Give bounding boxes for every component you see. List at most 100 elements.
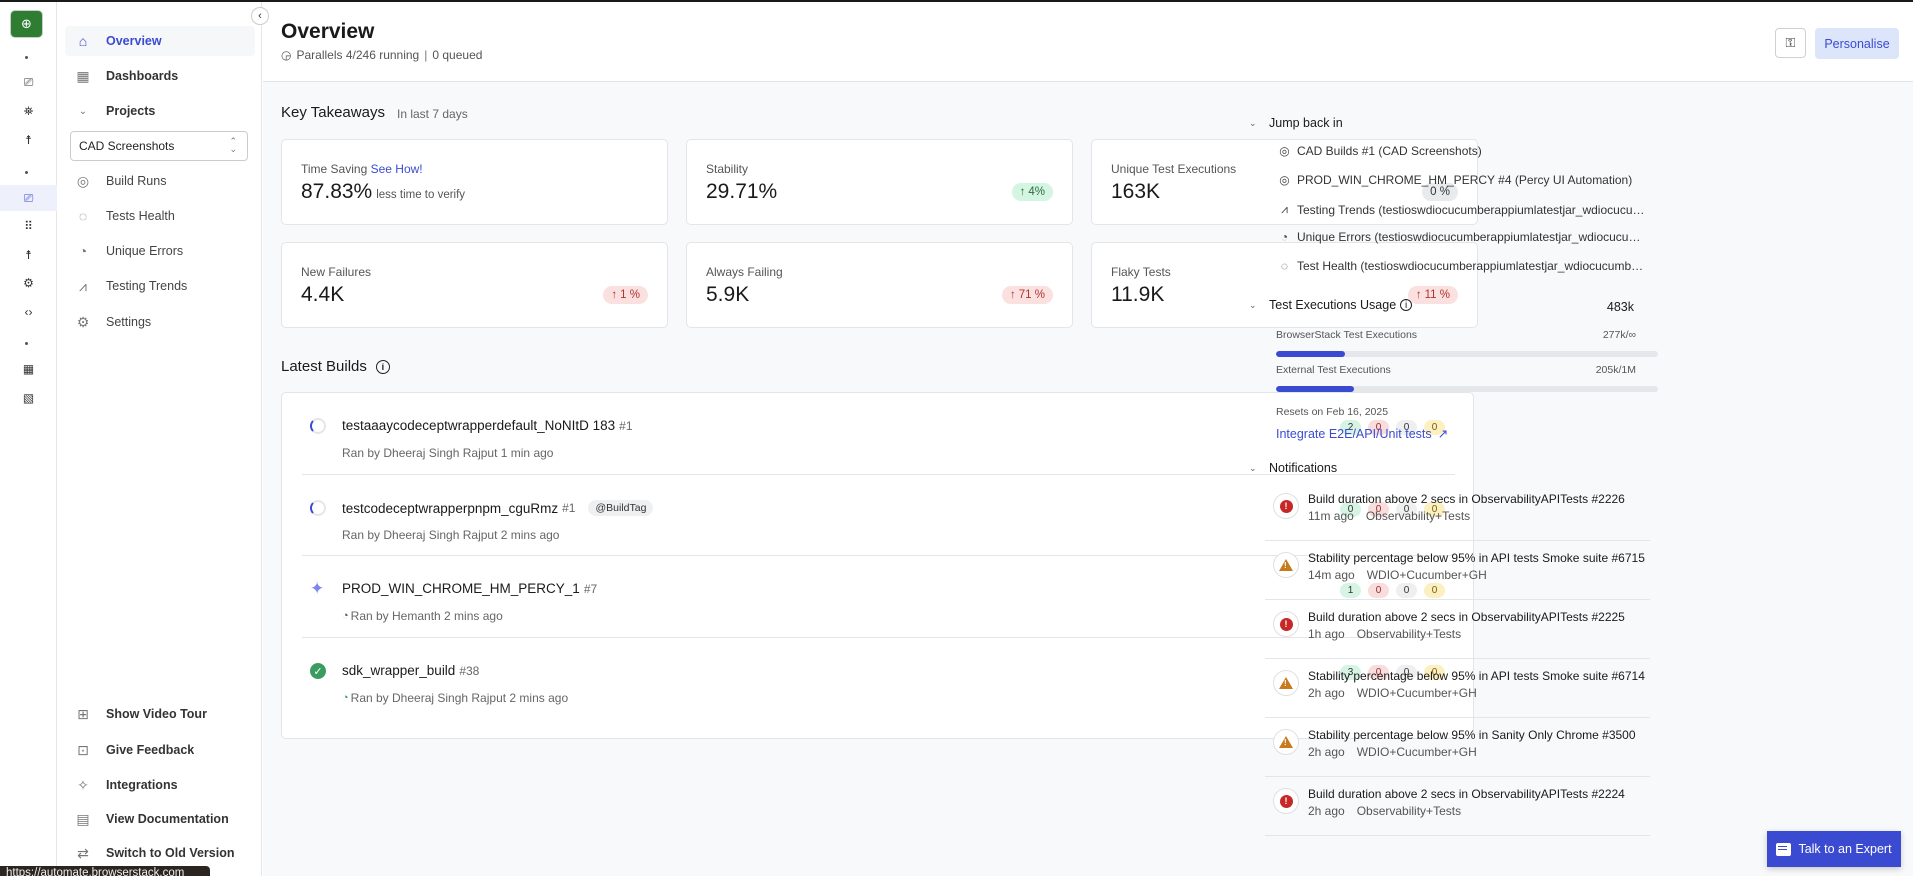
see-how-link[interactable]: See How!: [371, 162, 423, 176]
rail-observability[interactable]: ▧: [0, 385, 57, 411]
product-rail: ⊕ ⎚ ⛯ ☨ ⎚ ⠿ ☨ ⚙ ‹› ▦ ▧: [0, 2, 57, 876]
view-documentation-button[interactable]: ▤ View Documentation: [65, 804, 255, 834]
personalise-button[interactable]: Personalise: [1815, 28, 1899, 59]
project-select[interactable]: CAD Screenshots ⌃ ⌄: [70, 131, 248, 161]
arrow-up-icon: ↑: [1019, 186, 1026, 198]
key-takeaways-subtitle: In last 7 days: [397, 107, 468, 121]
jump-back-in-toggle[interactable]: ⌄ Jump back in: [1249, 116, 1343, 130]
notification-item[interactable]: ! Build duration above 2 secs in Observa…: [1265, 777, 1650, 836]
chevron-down-icon: ⌄: [78, 105, 88, 117]
rail-bug-capture[interactable]: ⛯: [0, 98, 57, 124]
notifications-toggle[interactable]: ⌄ Notifications: [1249, 461, 1337, 475]
jump-back-item[interactable]: ◔ Unique Errors (testioswdiocucumberappiu…: [1278, 230, 1648, 244]
sidebar-item-settings[interactable]: ⚙ Settings: [65, 307, 255, 337]
check-circle-icon: ✓: [310, 663, 326, 679]
home-icon: ⌂: [78, 33, 88, 49]
stability-card[interactable]: Stability 29.71% ↑ 4%: [686, 139, 1073, 225]
arrow-up-icon: ↑: [1010, 289, 1016, 301]
sidebar-item-dashboards[interactable]: ▦ Dashboards: [65, 61, 255, 91]
speedometer-icon: ◶: [281, 48, 292, 62]
test-health-icon: ◌: [1280, 259, 1289, 273]
ci-icon: ◔: [342, 692, 349, 704]
usage-toggle[interactable]: ⌄ Test Executions Usage i: [1249, 298, 1413, 312]
warning-icon: !: [1279, 736, 1293, 748]
error-icon: !: [1279, 499, 1293, 513]
access-key-button[interactable]: ⚿: [1775, 28, 1806, 58]
sidebar-item-testing-trends[interactable]: ⩘ Testing Trends: [65, 271, 255, 301]
chevron-updown-icon: ⌃ ⌄: [229, 136, 237, 154]
info-icon[interactable]: i: [375, 359, 390, 374]
give-feedback-button[interactable]: ⊡ Give Feedback: [65, 735, 255, 765]
talk-to-expert-button[interactable]: Talk to an Expert: [1767, 831, 1901, 867]
feedback-icon: ⊡: [77, 741, 89, 758]
browserstack-logo[interactable]: ⊕: [11, 11, 42, 37]
accessibility-icon: ☨: [25, 133, 32, 147]
jump-back-item[interactable]: ◎ PROD_WIN_CHROME_HM_PERCY #4 (Percy UI A…: [1278, 173, 1648, 187]
notification-item[interactable]: ! Stability percentage below 95% in Sani…: [1265, 718, 1650, 777]
status-bar-url: https://automate.browserstack.com: [0, 866, 210, 876]
sidebar-item-overview[interactable]: ⌂ Overview: [65, 26, 255, 56]
build-name[interactable]: testaaaycodeceptwrapperdefault_NoNItD 18…: [342, 418, 615, 433]
collapse-sidebar-button[interactable]: ‹: [251, 7, 269, 25]
live-devices-icon: ⎚: [23, 74, 34, 89]
build-name[interactable]: PROD_WIN_CHROME_HM_PERCY_1: [342, 581, 580, 596]
rail-visual-automation[interactable]: ⚙: [0, 270, 57, 296]
rail-automate-devices[interactable]: ⎚: [0, 185, 57, 211]
trend-badge: ↑ 71 %: [1002, 286, 1053, 304]
rail-live-devices[interactable]: ⎚: [0, 69, 57, 95]
jump-back-item[interactable]: ◎ CAD Builds #1 (CAD Screenshots): [1278, 144, 1648, 158]
usage-fill: [1276, 351, 1345, 357]
sidebar-item-projects[interactable]: ⌄ Projects: [65, 96, 255, 126]
chevron-left-icon: ‹: [258, 10, 262, 22]
error-icon: !: [1279, 617, 1293, 631]
latest-builds-title: Latest Builds i: [281, 358, 390, 375]
chevron-down-icon: ⌄: [1249, 462, 1257, 473]
test-health-icon: ◌: [78, 208, 88, 224]
sidebar-item-build-runs[interactable]: ◎ Build Runs: [65, 166, 255, 196]
warning-icon: !: [1279, 559, 1293, 571]
page-header: Overview ◶ Parallels 4/246 running | 0 q…: [263, 2, 1913, 82]
arrow-up-icon: ↑: [611, 289, 618, 301]
running-status-icon: [310, 418, 326, 434]
sidebar-item-unique-errors[interactable]: ◔ Unique Errors: [65, 236, 255, 266]
bug-icon: ⛯: [23, 103, 34, 118]
test-management-icon: ▦: [22, 362, 35, 376]
visual-automation-icon: ⚙: [23, 276, 34, 290]
new-failures-card[interactable]: New Failures 4.4K ↑ 1 %: [281, 242, 668, 328]
notification-item[interactable]: ! Build duration above 2 secs in Observa…: [1265, 482, 1650, 541]
sidebar-item-tests-health[interactable]: ◌ Tests Health: [65, 201, 255, 231]
notification-item[interactable]: ! Stability percentage below 95% in API …: [1265, 659, 1650, 718]
key-icon: ⚿: [1785, 35, 1796, 50]
unique-errors-icon: ◔: [78, 243, 88, 259]
document-icon: ▤: [76, 810, 90, 827]
separator-dot: [25, 56, 28, 59]
rail-grid[interactable]: ⠿: [0, 213, 57, 239]
ci-icon: ◔: [342, 610, 349, 622]
chevron-down-icon: ⌄: [1249, 299, 1257, 310]
build-name[interactable]: sdk_wrapper_build: [342, 663, 455, 678]
integrations-button[interactable]: ✧ Integrations: [65, 770, 255, 800]
integrate-tests-link[interactable]: Integrate E2E/API/Unit tests ↗: [1276, 426, 1448, 442]
switch-old-version-button[interactable]: ⇄ Switch to Old Version: [65, 838, 255, 868]
notification-item[interactable]: ! Build duration above 2 secs in Observa…: [1265, 600, 1650, 659]
trend-badge: ↑ 4%: [1011, 183, 1053, 201]
time-saving-card: Time Saving See How! 87.83% less time to …: [281, 139, 668, 225]
show-video-tour-button[interactable]: ⊞ Show Video Tour: [65, 699, 255, 729]
puzzle-icon: ✧: [77, 776, 89, 793]
chat-icon: [1776, 842, 1792, 856]
rail-test-management[interactable]: ▦: [0, 356, 57, 382]
usage-fill: [1276, 386, 1355, 392]
always-failing-card[interactable]: Always Failing 5.9K ↑ 71 %: [686, 242, 1073, 328]
rail-accessibility-automation[interactable]: ☨: [0, 242, 57, 268]
separator-dot: [25, 171, 28, 174]
build-runs-icon: ◎: [1279, 173, 1290, 187]
rail-code-automation[interactable]: ‹›: [0, 299, 57, 325]
notification-item[interactable]: ! Stability percentage below 95% in API …: [1265, 541, 1650, 600]
build-name[interactable]: testcodeceptwrapperpnpm_cguRmz: [342, 501, 558, 516]
jump-back-item[interactable]: ◌ Test Health (testioswdiocucumberappiuml…: [1278, 259, 1648, 273]
chevron-down-icon: ⌄: [1249, 117, 1257, 128]
info-icon[interactable]: i: [1400, 299, 1413, 311]
rail-accessibility[interactable]: ☨: [0, 127, 57, 153]
external-usage-bar: [1276, 386, 1658, 392]
jump-back-item[interactable]: ⩘ Testing Trends (testioswdiocucumberappi…: [1278, 202, 1648, 217]
